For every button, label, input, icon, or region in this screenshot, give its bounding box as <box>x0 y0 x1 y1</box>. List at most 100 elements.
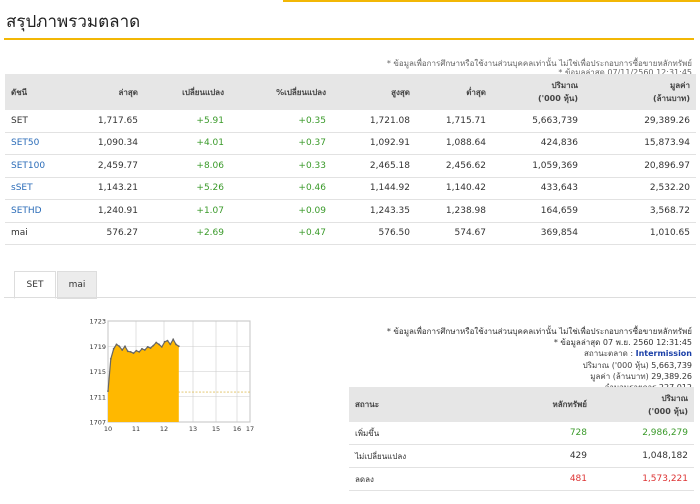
index-name: mai <box>5 222 77 245</box>
index-low: 1,238.98 <box>416 199 492 223</box>
index-pct-change: +0.47 <box>230 222 332 245</box>
header-high: สูงสุด <box>332 74 416 110</box>
header-last: ล่าสุด <box>77 74 144 110</box>
market-status-label: สถานะตลาด : <box>584 349 634 359</box>
index-value: 29,389.26 <box>584 110 696 133</box>
index-low: 1,088.64 <box>416 132 492 155</box>
index-point <box>121 349 124 351</box>
index-value: 3,568.72 <box>584 199 696 223</box>
unchanged-status: ไม่เปลี่ยนแปลง <box>349 444 481 468</box>
index-high: 576.50 <box>332 222 416 245</box>
index-point <box>126 350 129 353</box>
header-pct-change: %เปลี่ยนแปลง <box>230 74 332 110</box>
index-low: 1,140.42 <box>416 177 492 200</box>
index-last: 1,717.65 <box>77 110 144 133</box>
index-pct-change: +0.09 <box>230 199 332 223</box>
volume-label: ปริมาณ ('000 หุ้น) <box>582 360 649 370</box>
table-row: sSET 1,143.21 +5.26 +0.46 1,144.92 1,140… <box>5 177 696 200</box>
session-disclaimer: * ข้อมูลเพื่อการศึกษาหรือใช้งานส่วนบุคคล… <box>386 327 692 336</box>
index-point <box>107 390 109 392</box>
table-row: SET100 2,459.77 +8.06 +0.33 2,465.18 2,4… <box>5 154 696 178</box>
decline-volume: 1,573,221 <box>593 467 694 491</box>
index-name-link[interactable]: sSET <box>5 177 77 200</box>
index-pct-change: +0.35 <box>230 110 332 133</box>
index-pct-change: +0.46 <box>230 177 332 200</box>
index-last: 1,240.91 <box>77 199 144 223</box>
volume-value: 5,663,739 <box>651 360 692 370</box>
index-change: +2.69 <box>144 222 230 245</box>
advance-volume: 2,986,279 <box>593 422 694 445</box>
x-tick-label: 15 <box>212 425 220 433</box>
market-status-value: Intermission <box>635 349 692 359</box>
header-low: ต่ำสุด <box>416 74 492 110</box>
y-tick-label: 1711 <box>89 393 106 401</box>
index-change: +1.07 <box>144 199 230 223</box>
index-point <box>169 343 172 346</box>
unchanged-volume: 1,048,182 <box>593 444 694 468</box>
index-point <box>172 338 175 341</box>
intraday-index-chart: 1707171117151719172310 11 12 13 15 16 17 <box>89 318 254 434</box>
value-row: มูลค่า (ล้านบาท) 29,389.26 <box>362 371 692 382</box>
index-value: 1,010.65 <box>584 222 696 245</box>
index-point <box>129 351 132 353</box>
index-high: 1,721.08 <box>332 110 416 133</box>
index-change: +4.01 <box>144 132 230 155</box>
header-value: มูลค่า (ล้านบาท) <box>584 74 696 110</box>
tab-set[interactable]: SET <box>14 271 56 299</box>
table-row: ลดลง 481 1,573,221 <box>349 467 694 491</box>
header-status: สถานะ <box>349 387 481 422</box>
advance-decline-table: สถานะ หลักทรัพย์ ปริมาณ ('000 หุ้น) เพิ่… <box>349 387 694 491</box>
value-label: มูลค่า (ล้านบาท) <box>590 371 649 381</box>
index-name-link[interactable]: SET50 <box>5 132 77 155</box>
summary-table-header: สถานะ หลักทรัพย์ ปริมาณ ('000 หุ้น) <box>349 387 694 422</box>
index-volume: 424,836 <box>492 132 584 155</box>
index-area <box>108 339 179 422</box>
header-change: เปลี่ยนแปลง <box>144 74 230 110</box>
x-tick-label: 16 <box>233 425 241 433</box>
x-tick-label: 12 <box>160 425 168 433</box>
x-tick-label: 11 <box>132 425 140 433</box>
index-pct-change: +0.37 <box>230 132 332 155</box>
tab-divider <box>4 297 696 298</box>
session-updated-time: * ข้อมูลล่าสุด 07 พ.ย. 2560 12:31:45 <box>553 338 692 348</box>
index-value: 20,896.97 <box>584 154 696 178</box>
tab-mai[interactable]: mai <box>57 271 97 299</box>
index-low: 2,456.62 <box>416 154 492 178</box>
index-point <box>112 347 115 350</box>
table-row: SET 1,717.65 +5.91 +0.35 1,721.08 1,715.… <box>5 110 696 133</box>
index-last: 1,090.34 <box>77 132 144 155</box>
top-accent-bar <box>283 0 700 2</box>
index-point <box>146 346 149 348</box>
y-tick-label: 1723 <box>89 318 106 326</box>
table-row: mai 576.27 +2.69 +0.47 576.50 574.67 369… <box>5 222 696 245</box>
index-point <box>149 347 152 349</box>
index-volume: 433,643 <box>492 177 584 200</box>
index-point <box>158 343 160 346</box>
index-point <box>155 341 158 344</box>
index-name: SET <box>5 110 77 133</box>
advance-securities: 728 <box>481 422 593 445</box>
index-pct-change: +0.33 <box>230 154 332 178</box>
market-summary-table: ดัชนี ล่าสุด เปลี่ยนแปลง %เปลี่ยนแปลง สู… <box>5 74 696 245</box>
index-low: 1,715.71 <box>416 110 492 133</box>
index-point <box>138 351 141 353</box>
header-index: ดัชนี <box>5 74 77 110</box>
index-high: 1,144.92 <box>332 177 416 200</box>
index-point <box>132 352 135 355</box>
title-divider <box>4 38 694 40</box>
index-volume: 164,659 <box>492 199 584 223</box>
index-volume: 5,663,739 <box>492 110 584 133</box>
index-change: +5.26 <box>144 177 230 200</box>
index-name-link[interactable]: SET100 <box>5 154 77 178</box>
index-name-link[interactable]: SETHD <box>5 199 77 223</box>
x-tick-label: 17 <box>246 425 254 433</box>
index-point <box>143 349 146 351</box>
table-row: เพิ่มขึ้น 728 2,986,279 <box>349 422 694 445</box>
x-tick-label: 10 <box>104 425 112 433</box>
index-point <box>166 339 169 342</box>
index-point <box>115 343 118 346</box>
header-volume: ปริมาณ ('000 หุ้น) <box>593 387 694 422</box>
index-point <box>160 346 163 348</box>
advance-status: เพิ่มขึ้น <box>349 422 481 445</box>
index-point <box>109 358 112 360</box>
